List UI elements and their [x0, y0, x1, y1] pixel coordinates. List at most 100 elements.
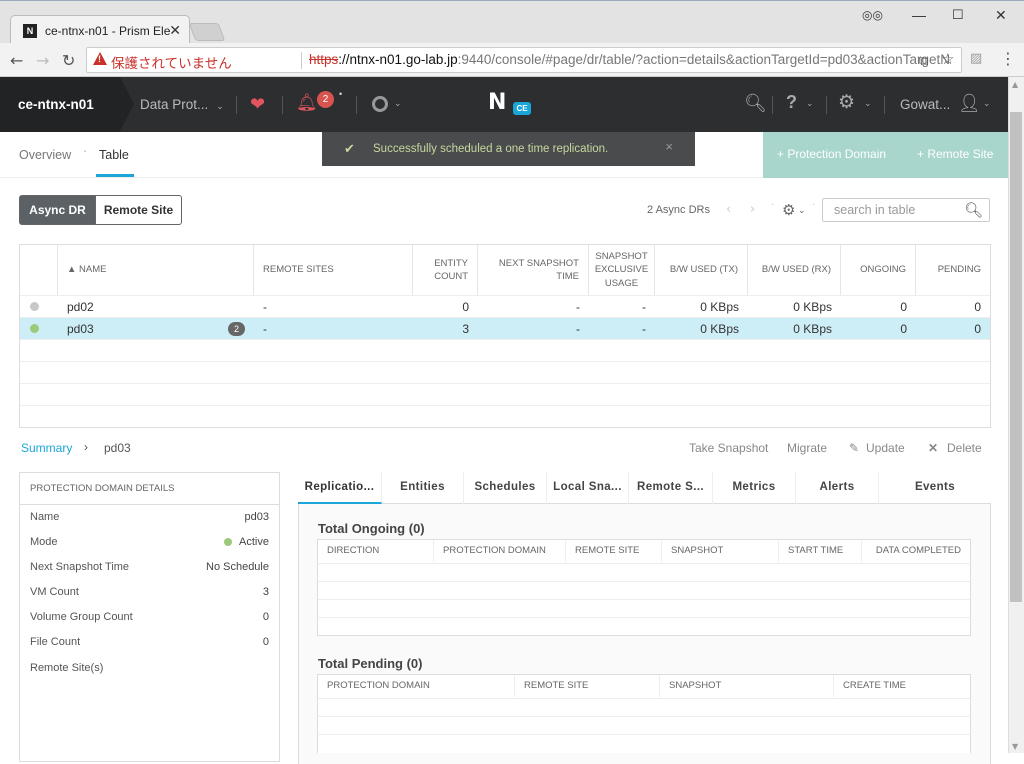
- table-search-input[interactable]: search in table 🔍︎: [822, 198, 990, 222]
- take-snapshot-button[interactable]: Take Snapshot: [689, 441, 768, 455]
- forward-icon[interactable]: →: [36, 51, 49, 70]
- row-next-snapshot: -: [576, 322, 580, 336]
- tab-alerts[interactable]: Alerts: [796, 472, 879, 504]
- address-bar[interactable]: 保護されていません https://ntnx-n01.go-lab.jp:944…: [86, 47, 962, 73]
- column-header[interactable]: SNAPSHOT: [662, 540, 779, 562]
- add-remote-site-button[interactable]: + Remote Site: [917, 132, 993, 176]
- reload-icon[interactable]: ↻: [62, 51, 75, 70]
- row-bw-rx: 0 KBps: [793, 322, 832, 336]
- alert-count-badge[interactable]: 2: [317, 91, 334, 108]
- column-header-snapshot-exclusive[interactable]: SNAPSHOT EXCLUSIVE USAGE: [589, 245, 655, 295]
- tab-events[interactable]: Events: [879, 472, 991, 504]
- help-icon[interactable]: ?: [786, 92, 797, 113]
- migrate-button[interactable]: Migrate: [787, 441, 827, 455]
- row-ongoing: 0: [900, 322, 907, 336]
- cluster-name[interactable]: ce-ntnx-n01: [0, 77, 134, 132]
- scroll-down-icon[interactable]: ▼: [1012, 742, 1018, 751]
- user-avatar-icon[interactable]: 👤︎: [958, 93, 981, 114]
- row-pending: 0: [974, 300, 981, 314]
- main-menu[interactable]: Data Prot... ⌄: [140, 77, 224, 134]
- update-button[interactable]: Update: [866, 441, 905, 455]
- column-header[interactable]: SNAPSHOT: [660, 675, 834, 697]
- extension-icon[interactable]: ▨: [970, 51, 982, 66]
- alert-bell-icon[interactable]: 🔔︎: [296, 93, 318, 113]
- column-header[interactable]: START TIME: [779, 540, 862, 562]
- detail-row-file-count: File Count 0: [30, 636, 269, 648]
- column-header-pending[interactable]: PENDING: [916, 245, 990, 295]
- header-divider: [236, 96, 237, 114]
- pending-table: PROTECTION DOMAIN REMOTE SITE SNAPSHOT C…: [317, 674, 971, 753]
- pencil-icon: ✎: [849, 441, 860, 455]
- tab-metrics[interactable]: Metrics: [713, 472, 796, 504]
- add-protection-domain-button[interactable]: + Protection Domain: [777, 132, 886, 176]
- browser-menu-icon[interactable]: ⋮: [1000, 49, 1016, 68]
- header-divider: [282, 96, 283, 114]
- remote-site-toggle[interactable]: Remote Site: [95, 195, 182, 225]
- empty-row: [318, 716, 970, 734]
- column-header[interactable]: REMOTE SITE: [566, 540, 662, 562]
- row-pending: 0: [974, 322, 981, 336]
- url-text[interactable]: https://ntnx-n01.go-lab.jp:9440/console/…: [309, 52, 949, 67]
- column-header-bw-rx[interactable]: B/W USED (RX): [748, 245, 841, 295]
- tab-replications[interactable]: Replicatio...: [298, 472, 382, 504]
- tab-table[interactable]: Table: [99, 148, 129, 162]
- bookmark-star-icon[interactable]: ☆: [941, 50, 954, 68]
- column-header-entity-count[interactable]: ENTITY COUNT: [413, 245, 478, 295]
- async-dr-count: 2 Async DRs: [647, 204, 710, 216]
- security-label[interactable]: 保護されていません: [111, 52, 232, 72]
- async-dr-toggle[interactable]: Async DR: [19, 195, 96, 225]
- delete-button[interactable]: Delete: [947, 441, 982, 455]
- next-page-icon[interactable]: ›: [750, 202, 755, 217]
- empty-row: [318, 734, 970, 752]
- table-row[interactable]: pd02 - 0 - - 0 KBps 0 KBps 0 0: [20, 295, 990, 317]
- column-header-next-snapshot[interactable]: NEXT SNAPSHOT TIME: [478, 245, 589, 295]
- row-ongoing: 0: [900, 300, 907, 314]
- minimize-icon[interactable]: —: [912, 7, 926, 23]
- empty-row: [318, 617, 970, 635]
- column-header[interactable]: CREATE TIME: [834, 675, 970, 697]
- tab-local-snapshots[interactable]: Local Sna...: [547, 472, 629, 504]
- health-icon[interactable]: ❤: [250, 94, 265, 115]
- status-column-header: [20, 245, 58, 295]
- summary-breadcrumb-bar: Summary › pd03 Take Snapshot Migrate ✎ U…: [0, 437, 1008, 461]
- close-toast-icon[interactable]: ×: [665, 130, 673, 164]
- tab-entities[interactable]: Entities: [382, 472, 464, 504]
- detail-row-name: Name pd03: [30, 511, 269, 523]
- translate-icon[interactable]: ⧉: [919, 53, 928, 69]
- browser-tab[interactable]: N ce-ntnx-n01 - Prism Elem ✕: [10, 15, 190, 45]
- tasks-circle-icon[interactable]: [372, 96, 388, 112]
- column-header-remote-sites[interactable]: REMOTE SITES: [254, 245, 413, 295]
- summary-link[interactable]: Summary: [21, 441, 72, 455]
- row-name[interactable]: pd03: [67, 322, 94, 336]
- close-window-icon[interactable]: ✕: [995, 7, 1007, 24]
- search-icon[interactable]: 🔍︎: [744, 93, 767, 114]
- scroll-up-icon[interactable]: ▲: [1012, 80, 1018, 89]
- tab-schedules[interactable]: Schedules: [464, 472, 547, 504]
- maximize-icon[interactable]: ☐: [952, 7, 964, 23]
- column-header[interactable]: DIRECTION: [318, 540, 434, 562]
- breadcrumb-entity: pd03: [104, 441, 131, 455]
- empty-row: [20, 339, 990, 361]
- close-tab-icon[interactable]: ✕: [169, 22, 181, 39]
- user-menu[interactable]: Gowat...: [900, 77, 950, 132]
- column-header[interactable]: PROTECTION DOMAIN: [434, 540, 566, 562]
- back-icon[interactable]: ←: [10, 51, 23, 70]
- new-tab-button[interactable]: [188, 23, 226, 41]
- tab-overview[interactable]: Overview: [19, 148, 71, 162]
- column-header-name[interactable]: ▲ NAME: [58, 245, 254, 295]
- column-header[interactable]: DATA COMPLETED: [862, 540, 970, 562]
- scrollbar-thumb[interactable]: [1010, 112, 1022, 602]
- row-name[interactable]: pd02: [67, 300, 94, 314]
- header-divider: [884, 96, 885, 114]
- gear-icon[interactable]: ⚙: [838, 91, 855, 114]
- tab-remote-snapshots[interactable]: Remote S...: [629, 472, 713, 504]
- table-row[interactable]: pd03 2 - 3 - - 0 KBps 0 KBps 0 0: [20, 317, 990, 339]
- prev-page-icon[interactable]: ‹: [726, 202, 731, 217]
- column-header[interactable]: PROTECTION DOMAIN: [318, 675, 515, 697]
- table-settings-gear-icon[interactable]: ⚙: [782, 201, 795, 219]
- column-header[interactable]: REMOTE SITE: [515, 675, 660, 697]
- column-header-ongoing[interactable]: ONGOING: [841, 245, 916, 295]
- chevron-down-icon: ⌄: [216, 101, 224, 111]
- column-header-bw-tx[interactable]: B/W USED (TX): [655, 245, 748, 295]
- search-icon[interactable]: 🔍︎: [964, 201, 983, 219]
